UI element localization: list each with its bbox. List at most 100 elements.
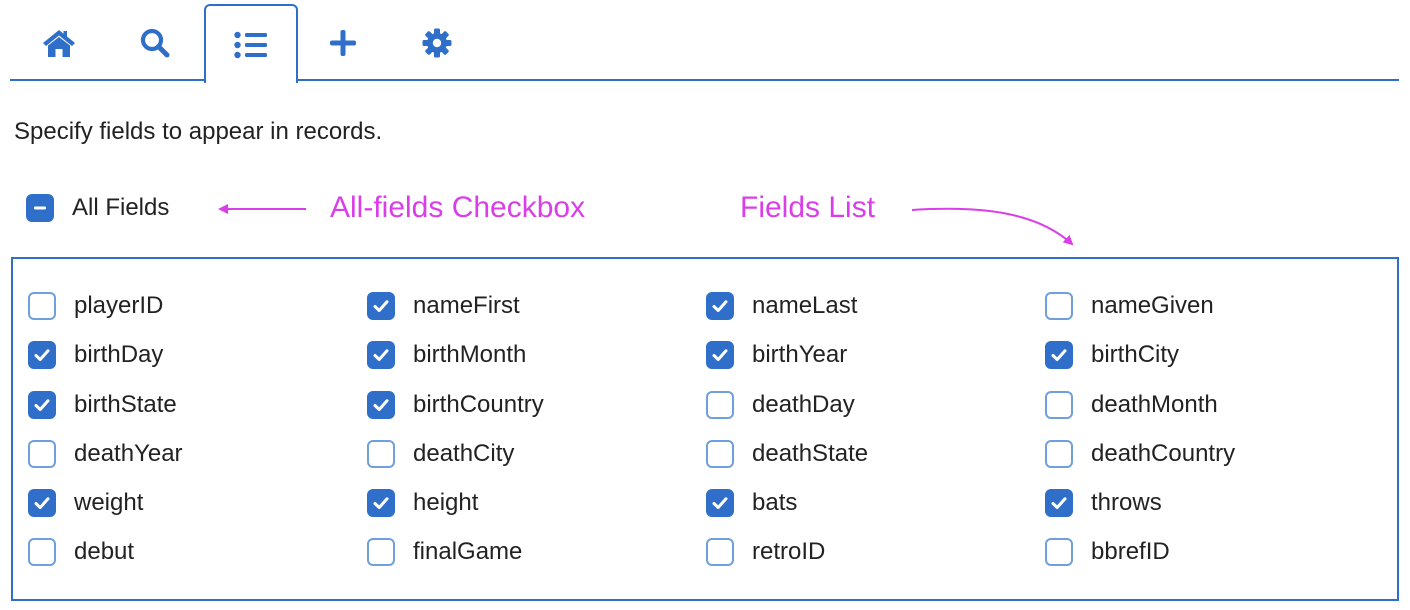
field-item[interactable]: nameFirst [367, 292, 520, 320]
tab-list[interactable] [204, 4, 298, 83]
field-label: height [413, 489, 479, 516]
field-item[interactable]: birthCountry [367, 391, 544, 419]
field-label: deathYear [74, 440, 183, 467]
field-checkbox[interactable] [28, 292, 56, 320]
checkmark-icon [34, 399, 50, 411]
field-item[interactable]: finalGame [367, 538, 522, 566]
field-checkbox[interactable] [706, 391, 734, 419]
field-item[interactable]: nameLast [706, 292, 857, 320]
checkmark-icon [373, 300, 389, 312]
field-label: retroID [752, 538, 826, 565]
field-checkbox[interactable] [28, 538, 56, 566]
checkmark-icon [373, 497, 389, 509]
checkmark-icon [373, 349, 389, 361]
instructions-text: Specify fields to appear in records. [14, 118, 383, 145]
field-item[interactable]: deathCountry [1045, 440, 1235, 468]
field-item[interactable]: birthDay [28, 341, 163, 369]
field-label: deathCountry [1091, 440, 1236, 467]
field-label: birthMonth [413, 341, 527, 368]
field-item[interactable]: deathCity [367, 440, 514, 468]
field-item[interactable]: nameGiven [1045, 292, 1214, 320]
field-checkbox[interactable] [706, 292, 734, 320]
list-icon [234, 31, 267, 58]
field-label: deathMonth [1091, 391, 1218, 418]
field-checkbox[interactable] [367, 440, 395, 468]
checkmark-icon [34, 497, 50, 509]
field-item[interactable]: height [367, 489, 478, 517]
field-item[interactable]: deathState [706, 440, 868, 468]
checkmark-icon [712, 349, 728, 361]
annotation-all-fields-checkbox: All-fields Checkbox [330, 191, 586, 224]
field-checkbox[interactable] [367, 292, 395, 320]
checkmark-icon [712, 497, 728, 509]
field-checkbox[interactable] [706, 538, 734, 566]
checkmark-icon [1051, 497, 1067, 509]
minus-icon [34, 206, 46, 210]
field-label: birthState [74, 391, 177, 418]
field-label: birthCity [1091, 341, 1180, 368]
field-checkbox[interactable] [1045, 391, 1073, 419]
field-label: finalGame [413, 538, 523, 565]
field-item[interactable]: birthMonth [367, 341, 526, 369]
field-item[interactable]: weight [28, 489, 143, 517]
tab-bar [10, 0, 1399, 83]
field-label: nameFirst [413, 292, 520, 319]
field-item[interactable]: birthState [28, 391, 177, 419]
field-checkbox[interactable] [28, 341, 56, 369]
field-item[interactable]: playerID [28, 292, 163, 320]
checkmark-icon [1051, 349, 1067, 361]
home-icon [43, 30, 75, 57]
field-checkbox[interactable] [367, 341, 395, 369]
field-checkbox[interactable] [1045, 538, 1073, 566]
field-item[interactable]: retroID [706, 538, 825, 566]
field-label: bats [752, 489, 798, 516]
field-label: deathDay [752, 391, 855, 418]
field-checkbox[interactable] [1045, 489, 1073, 517]
field-label: birthYear [752, 341, 848, 368]
all-fields-label: All Fields [72, 194, 170, 221]
field-label: nameGiven [1091, 292, 1214, 319]
field-label: throws [1091, 489, 1162, 516]
checkmark-icon [34, 349, 50, 361]
all-fields-row[interactable]: All Fields [26, 194, 169, 222]
field-checkbox[interactable] [706, 341, 734, 369]
field-label: birthCountry [413, 391, 544, 418]
field-checkbox[interactable] [1045, 292, 1073, 320]
field-checkbox[interactable] [367, 538, 395, 566]
field-label: birthDay [74, 341, 164, 368]
field-item[interactable]: bats [706, 489, 797, 517]
field-label: deathCity [413, 440, 515, 467]
tab-settings[interactable] [390, 4, 484, 82]
field-checkbox[interactable] [367, 391, 395, 419]
field-item[interactable]: deathYear [28, 440, 183, 468]
field-checkbox[interactable] [706, 489, 734, 517]
search-icon [140, 28, 170, 58]
field-checkbox[interactable] [706, 440, 734, 468]
checkmark-icon [373, 399, 389, 411]
all-fields-checkbox[interactable] [26, 194, 54, 222]
field-label: bbrefID [1091, 538, 1170, 565]
field-item[interactable]: debut [28, 538, 134, 566]
field-label: weight [74, 489, 144, 516]
annotation-fields-list: Fields List [740, 191, 876, 224]
field-checkbox[interactable] [1045, 440, 1073, 468]
field-item[interactable]: throws [1045, 489, 1162, 517]
field-item[interactable]: bbrefID [1045, 538, 1170, 566]
tab-home[interactable] [12, 4, 106, 82]
field-label: debut [74, 538, 135, 565]
field-checkbox[interactable] [28, 440, 56, 468]
field-item[interactable]: deathDay [706, 391, 855, 419]
field-checkbox[interactable] [28, 489, 56, 517]
plus-icon [330, 30, 356, 56]
fields-list: playerID birthDay birthState deathYear weigh… [11, 257, 1399, 601]
tab-search[interactable] [108, 4, 202, 82]
field-checkbox[interactable] [28, 391, 56, 419]
field-checkbox[interactable] [1045, 341, 1073, 369]
field-label: nameLast [752, 292, 858, 319]
tab-add[interactable] [296, 4, 390, 82]
field-checkbox[interactable] [367, 489, 395, 517]
field-item[interactable]: birthCity [1045, 341, 1179, 369]
field-item[interactable]: deathMonth [1045, 391, 1218, 419]
field-item[interactable]: birthYear [706, 341, 847, 369]
field-label: playerID [74, 292, 164, 319]
